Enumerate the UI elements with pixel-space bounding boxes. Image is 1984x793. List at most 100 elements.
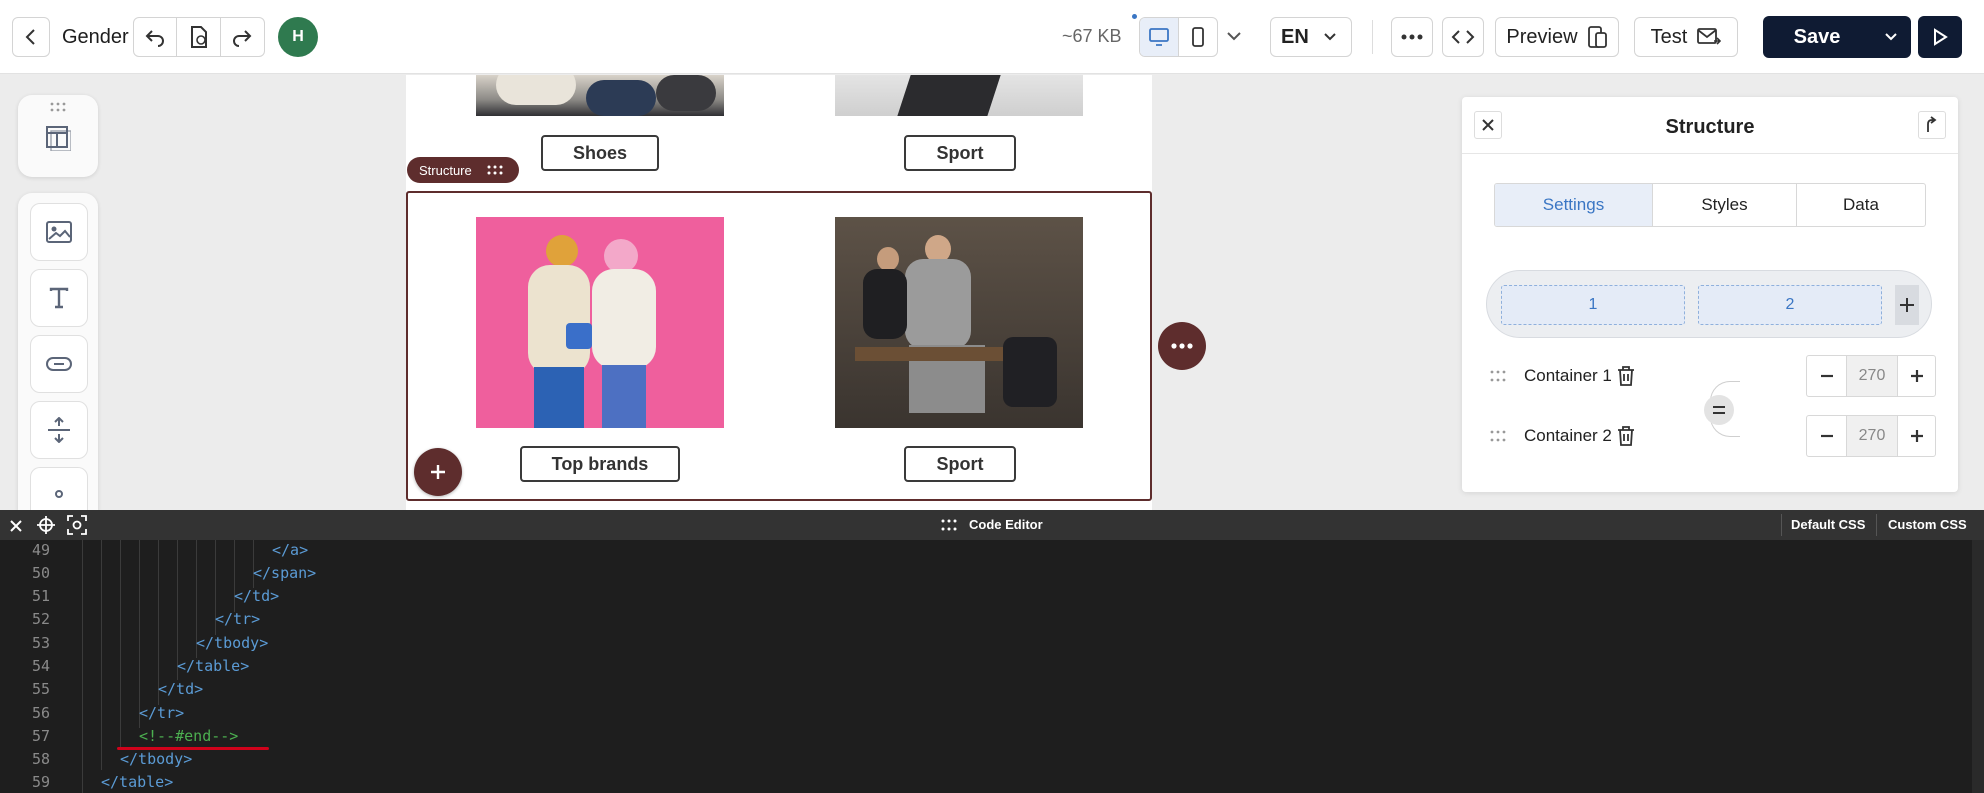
move-icon[interactable] (36, 515, 56, 535)
person-figure (528, 265, 590, 375)
tab-settings[interactable]: Settings (1495, 184, 1653, 226)
container-label: Container 2 (1524, 426, 1612, 445)
version-history-icon[interactable] (177, 18, 221, 56)
top-toolbar: Gender H ~67 KB EN Preview Test Save (0, 0, 1984, 74)
category-button[interactable]: Shoes (541, 135, 659, 171)
layout-tool-palette (18, 95, 98, 177)
header-divider (1876, 514, 1877, 536)
tab-data[interactable]: Data (1797, 184, 1925, 226)
chevron-down-icon (1324, 33, 1336, 41)
file-size-label: ~67 KB (1062, 26, 1122, 46)
code-line[interactable]: </a> (272, 541, 308, 559)
person-figure (905, 259, 971, 349)
save-options-button[interactable] (1871, 16, 1911, 58)
save-button[interactable]: Save (1794, 26, 1841, 49)
button-block-tool[interactable] (30, 335, 88, 393)
increment-button[interactable] (1897, 356, 1935, 396)
column-layout-selector: 1 2 (1486, 270, 1932, 338)
drag-handle-icon[interactable] (1490, 370, 1506, 382)
close-icon[interactable] (9, 519, 23, 533)
code-line[interactable]: </span> (253, 564, 316, 582)
top-brands-image[interactable] (476, 217, 724, 428)
increment-button[interactable] (1897, 416, 1935, 456)
code-line[interactable]: </tbody> (120, 750, 192, 768)
focus-icon[interactable] (67, 515, 87, 535)
back-button[interactable] (12, 17, 50, 57)
mobile-view-button[interactable] (1179, 18, 1218, 56)
equals-icon (1713, 406, 1725, 414)
share-icon (55, 489, 63, 498)
test-label: Test (1650, 25, 1688, 48)
redo-button[interactable] (221, 18, 264, 56)
code-comment-line[interactable]: <!--#end--> (139, 727, 238, 745)
code-line[interactable]: </tbody> (196, 634, 268, 652)
button-icon (46, 357, 72, 371)
select-parent-button[interactable] (1918, 111, 1946, 139)
custom-css-tab[interactable]: Custom CSS (1888, 517, 1967, 532)
structure-settings-panel: Structure Settings Styles Data 1 2 Conta… (1462, 97, 1958, 492)
more-options-button[interactable] (1391, 17, 1433, 57)
trash-icon[interactable] (1616, 365, 1636, 387)
code-line[interactable]: </table> (177, 657, 249, 675)
text-block-tool[interactable] (30, 269, 88, 327)
structure-block-icon[interactable] (45, 125, 71, 151)
line-number: 55 (31, 680, 50, 698)
code-line[interactable]: </td> (158, 680, 203, 698)
drag-handle-icon[interactable] (940, 519, 958, 531)
category-button[interactable]: Sport (904, 446, 1016, 482)
preview-button[interactable]: Preview (1495, 17, 1619, 57)
drag-handle-icon[interactable] (49, 102, 67, 112)
sport-bottom-image[interactable] (835, 217, 1083, 428)
plus-icon (1910, 430, 1923, 442)
language-select[interactable]: EN (1270, 17, 1352, 57)
drag-handle-icon[interactable] (1490, 430, 1506, 442)
decrement-button[interactable] (1807, 416, 1847, 456)
undo-button[interactable] (134, 18, 178, 56)
equal-width-toggle[interactable] (1704, 395, 1734, 425)
shoes-image[interactable] (476, 75, 724, 116)
column-slot[interactable]: 2 (1698, 285, 1882, 325)
spacer-block-tool[interactable] (30, 401, 88, 459)
code-line[interactable]: </td> (234, 587, 279, 605)
tab-styles[interactable]: Styles (1653, 184, 1797, 226)
code-line[interactable]: </tr> (139, 704, 184, 722)
width-input[interactable]: 270 (1847, 416, 1897, 456)
run-button[interactable] (1918, 16, 1962, 58)
device-dropdown-chevron-icon[interactable] (1226, 30, 1242, 42)
structure-tag[interactable]: Structure (407, 157, 519, 183)
arrow-up-icon (1927, 116, 1937, 132)
person-figure (604, 239, 638, 273)
category-button[interactable]: Top brands (520, 446, 680, 482)
plus-icon (431, 465, 445, 479)
category-button[interactable]: Sport (904, 135, 1016, 171)
code-line[interactable]: </table> (101, 773, 173, 791)
pants-shape (896, 75, 1004, 116)
decrement-button[interactable] (1807, 356, 1847, 396)
default-css-tab[interactable]: Default CSS (1791, 517, 1865, 532)
width-input[interactable]: 270 (1847, 356, 1897, 396)
play-icon (1934, 28, 1948, 46)
vertical-scrollbar[interactable] (1972, 540, 1984, 793)
person-figure (534, 367, 584, 428)
toolbar-divider (1372, 20, 1373, 54)
code-view-button[interactable] (1442, 17, 1484, 57)
avatar[interactable]: H (278, 17, 318, 57)
test-button[interactable]: Test (1634, 17, 1738, 57)
line-number: 51 (31, 587, 50, 605)
code-line[interactable]: </tr> (215, 610, 260, 628)
desktop-view-button[interactable] (1140, 18, 1179, 56)
panel-divider (1462, 153, 1958, 154)
social-block-tool[interactable] (30, 467, 88, 510)
add-block-button[interactable] (414, 448, 462, 496)
email-preview: Shoes Sport Structure Top brands Sport (406, 75, 1152, 510)
column-slot[interactable]: 1 (1501, 285, 1685, 325)
add-column-button[interactable] (1895, 285, 1919, 325)
code-editor-title: Code Editor (969, 517, 1043, 532)
structure-more-button[interactable] (1158, 322, 1206, 370)
more-icon (1171, 343, 1193, 349)
trash-icon[interactable] (1616, 425, 1636, 447)
preview-device-icon (1587, 26, 1607, 48)
image-block-tool[interactable] (30, 203, 88, 261)
spacer-icon (48, 417, 70, 443)
sport-top-image[interactable] (835, 75, 1083, 116)
